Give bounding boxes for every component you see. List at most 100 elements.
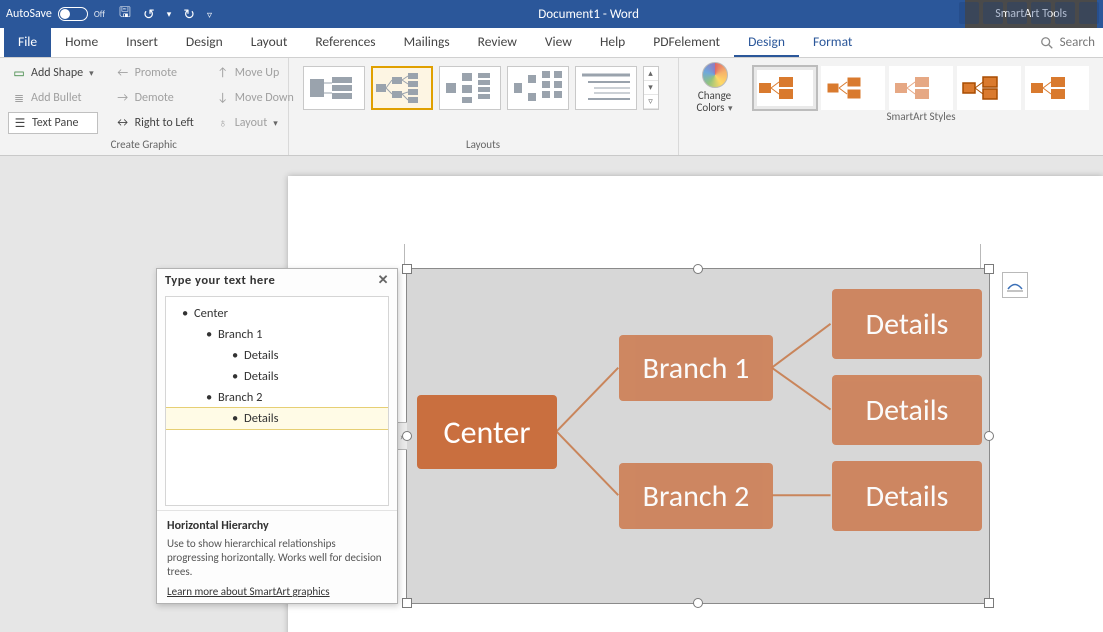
- undo-icon[interactable]: ↺: [143, 6, 155, 23]
- layout-thumb-3[interactable]: [439, 66, 501, 110]
- layout-icon: ♁: [216, 116, 230, 130]
- tab-layout[interactable]: Layout: [237, 28, 302, 57]
- list-item-selected[interactable]: Details: [166, 408, 388, 429]
- text-pane-titlebar[interactable]: Type your text here ✕: [157, 269, 397, 292]
- resize-handle[interactable]: [693, 598, 703, 608]
- tab-smartart-design[interactable]: Design: [734, 28, 799, 57]
- smartart-object[interactable]: › Center Branch 1 Branch 2 Details Detai…: [406, 268, 990, 604]
- layouts-gallery[interactable]: ▴ ▾ ▿: [297, 62, 670, 138]
- layout-options-button[interactable]: [1002, 272, 1028, 298]
- redo-icon[interactable]: ↻: [183, 6, 195, 23]
- text-pane[interactable]: Type your text here ✕ Center Branch 1 De…: [156, 268, 398, 604]
- node-details-2[interactable]: Details: [832, 375, 982, 445]
- cmd-move-up: ↑ Move Up: [212, 62, 298, 84]
- group-create-graphic: ▭ Add Shape ▾ ≣ Add Bullet ☰ Text Pane ←…: [0, 58, 289, 155]
- layout-cmd-label: Layout: [235, 116, 268, 130]
- document-area: › Center Branch 1 Branch 2 Details Detai…: [0, 156, 1103, 632]
- list-item[interactable]: Details: [166, 366, 388, 387]
- tab-file[interactable]: File: [4, 28, 51, 57]
- tab-references[interactable]: References: [301, 28, 389, 57]
- arrow-up-icon: ↑: [216, 66, 230, 80]
- search-icon: [1040, 36, 1054, 50]
- text-pane-icon: ☰: [13, 116, 27, 130]
- group-smartart-styles: SmartArt Styles: [739, 58, 1103, 155]
- list-item[interactable]: Branch 1: [166, 324, 388, 345]
- cmd-add-shape[interactable]: ▭ Add Shape ▾: [8, 62, 98, 84]
- node-details-3[interactable]: Details: [832, 461, 982, 531]
- style-thumb-3[interactable]: [889, 66, 953, 110]
- autosave-label: AutoSave: [6, 7, 52, 21]
- tell-me-search[interactable]: Search: [1032, 28, 1103, 57]
- node-branch-2[interactable]: Branch 2: [619, 463, 773, 529]
- cmd-text-pane[interactable]: ☰ Text Pane: [8, 112, 98, 134]
- list-item[interactable]: Branch 2: [166, 387, 388, 408]
- close-icon[interactable]: ✕: [378, 273, 389, 288]
- search-placeholder: Search: [1060, 35, 1095, 50]
- add-shape-icon: ▭: [12, 66, 26, 80]
- tab-mailings[interactable]: Mailings: [390, 28, 464, 57]
- tab-insert[interactable]: Insert: [112, 28, 172, 57]
- list-item[interactable]: Center: [166, 303, 388, 324]
- promote-label: Promote: [135, 66, 177, 80]
- tab-review[interactable]: Review: [464, 28, 531, 57]
- node-branch-1[interactable]: Branch 1: [619, 335, 773, 401]
- layout-thumb-4[interactable]: [507, 66, 569, 110]
- document-title: Document1 - Word: [212, 7, 965, 22]
- cmd-move-down: ↓ Move Down: [212, 87, 298, 109]
- save-icon[interactable]: 🖫: [119, 2, 131, 26]
- resize-handle[interactable]: [984, 598, 994, 608]
- scroll-down-icon[interactable]: ▾: [644, 81, 658, 95]
- tab-home[interactable]: Home: [51, 28, 112, 57]
- autosave-state: Off: [94, 9, 105, 20]
- tab-smartart-format[interactable]: Format: [799, 28, 867, 57]
- tab-design[interactable]: Design: [172, 28, 237, 57]
- resize-handle[interactable]: [402, 431, 412, 441]
- caret-icon: ▾: [89, 68, 94, 79]
- resize-handle[interactable]: [402, 598, 412, 608]
- autosave-toggle[interactable]: AutoSave Off: [6, 7, 105, 21]
- resize-handle[interactable]: [984, 431, 994, 441]
- group-change-colors: Change Colors ▾: [679, 58, 739, 155]
- scroll-up-icon[interactable]: ▴: [644, 67, 658, 81]
- layout-thumb-1[interactable]: [303, 66, 365, 110]
- ribbon-tabs: File Home Insert Design Layout Reference…: [0, 28, 1103, 58]
- node-center[interactable]: Center: [417, 395, 557, 469]
- autosave-switch-icon[interactable]: [58, 7, 88, 21]
- style-thumb-5[interactable]: [1025, 66, 1089, 110]
- resize-handle[interactable]: [402, 264, 412, 274]
- change-colors-label: Change Colors ▾: [687, 90, 743, 115]
- cmd-rtl[interactable]: ↔ Right to Left: [112, 112, 198, 134]
- tab-pdfelement[interactable]: PDFelement: [639, 28, 734, 57]
- cmd-change-colors[interactable]: Change Colors ▾: [687, 62, 743, 115]
- move-down-label: Move Down: [235, 91, 294, 105]
- tab-view[interactable]: View: [531, 28, 586, 57]
- styles-gallery[interactable]: [747, 62, 1095, 110]
- learn-more-link[interactable]: Learn more about SmartArt graphics: [167, 585, 330, 598]
- scroll-more-icon[interactable]: ▿: [644, 95, 658, 109]
- layout-thumb-2-selected[interactable]: [371, 66, 433, 110]
- list-item[interactable]: Details: [166, 345, 388, 366]
- group-label-styles: SmartArt Styles: [747, 110, 1095, 125]
- style-thumb-1-selected[interactable]: [753, 66, 817, 110]
- undo-more-icon[interactable]: ▾: [167, 9, 172, 20]
- layout-thumb-5[interactable]: [575, 66, 637, 110]
- cmd-promote: ← Promote: [112, 62, 198, 84]
- resize-handle[interactable]: [984, 264, 994, 274]
- resize-handle[interactable]: [693, 264, 703, 274]
- demote-label: Demote: [135, 91, 174, 105]
- caret-icon: ▾: [273, 118, 278, 129]
- layouts-scroll[interactable]: ▴ ▾ ▿: [643, 66, 659, 110]
- add-bullet-label: Add Bullet: [31, 91, 82, 105]
- palette-icon: [702, 62, 728, 88]
- tab-help[interactable]: Help: [586, 28, 639, 57]
- arrow-left-icon: ←: [116, 66, 130, 80]
- arrow-right-icon: →: [116, 91, 130, 105]
- arrow-down-icon: ↓: [216, 91, 230, 105]
- desc-title: Horizontal Hierarchy: [167, 519, 387, 533]
- text-pane-list[interactable]: Center Branch 1 Details Details Branch 2…: [165, 296, 389, 506]
- cmd-demote: → Demote: [112, 87, 198, 109]
- style-thumb-4[interactable]: [957, 66, 1021, 110]
- style-thumb-2[interactable]: [821, 66, 885, 110]
- node-details-1[interactable]: Details: [832, 289, 982, 359]
- group-label-layouts: Layouts: [297, 138, 670, 153]
